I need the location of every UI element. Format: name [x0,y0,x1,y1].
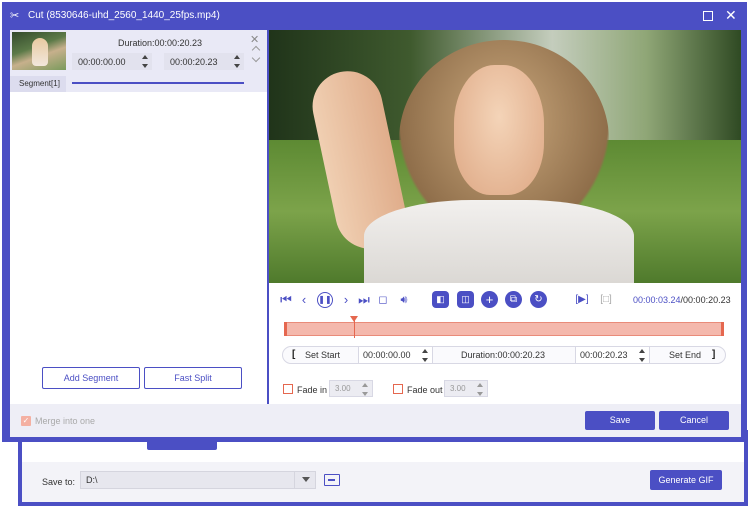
save-button[interactable]: Save [585,411,655,430]
cancel-button[interactable]: Cancel [659,411,729,430]
start-time-input[interactable]: 00:00:00.00 [358,347,433,363]
add-segment-button[interactable]: Add Segment [42,367,140,389]
cut-window: ✂ Cut (8530646-uhd_2560_1440_25fps.mp4) … [2,2,747,442]
generate-gif-button[interactable]: Generate GIF [650,470,722,490]
thumbnail-figure [32,38,48,66]
start-time-value: 00:00:00.00 [363,350,411,360]
timeline-start-handle[interactable] [284,322,287,336]
close-icon[interactable]: ✕ [725,6,737,24]
next-frame-icon[interactable]: › [339,291,353,309]
segment-panel: Duration:00:00:20.23 00:00:00.00 00:00:2… [10,30,267,404]
end-time-value: 00:00:20.23 [580,350,628,360]
loop-icon[interactable]: [□] [598,291,614,309]
segment-progress-bar [72,82,244,84]
fade-in-checkbox[interactable] [283,384,293,394]
save-to-dropdown[interactable] [294,471,316,489]
split-icon[interactable]: ◧ [432,291,449,308]
timeline-track[interactable] [284,322,724,336]
segment-row[interactable]: Duration:00:00:20.23 00:00:00.00 00:00:2… [10,30,267,92]
segment-thumbnail [12,32,66,70]
set-start-button[interactable]: Set Start [305,347,340,363]
fade-in-value: 3.00 [335,384,351,393]
segment-start-value: 00:00:00.00 [78,57,126,67]
timeline-end-handle[interactable] [721,322,724,336]
play-selection-icon[interactable]: [▶] [574,291,590,309]
fade-out-value: 3.00 [450,384,466,393]
skip-to-end-icon[interactable]: ⏭ [357,291,371,309]
close-icon[interactable]: ✕ [250,33,259,46]
segment-start-input[interactable]: 00:00:00.00 [72,53,152,70]
range-duration: Duration:00:00:20.23 [461,350,546,360]
current-timecode: 00:00:03.24/00:00:20.23 [633,295,731,305]
set-end-button[interactable]: Set End [669,347,701,363]
chevron-down-icon[interactable] [251,53,261,63]
maximize-icon[interactable] [703,11,713,21]
total-time: /00:00:20.23 [680,295,731,305]
preview-face [454,65,544,195]
segment-end-input[interactable]: 00:00:20.23 [164,53,244,70]
pause-icon[interactable]: ❚❚ [317,292,333,308]
save-to-label: Save to: [42,477,76,487]
merge-label: Merge into one [35,416,96,426]
set-range-row: [ Set Start 00:00:00.00 Duration:00:00:2… [282,346,726,364]
set-end-bracket-icon: ] [712,349,716,360]
snapshot-icon[interactable]: ◫ [457,291,474,308]
stop-icon[interactable]: ◻ [377,291,389,309]
bottom-bar: ✓ Merge into one Save Cancel [10,404,741,437]
preview-shirt [364,200,634,283]
fade-out-label: Fade out [407,385,443,395]
fast-split-button[interactable]: Fast Split [144,367,242,389]
video-preview[interactable] [269,30,741,283]
copy-icon[interactable]: ⧉ [505,291,522,308]
end-time-input[interactable]: 00:00:20.23 [575,347,650,363]
stepper-icon[interactable] [234,55,241,68]
stepper-icon[interactable] [422,349,429,362]
segment-label: Segment[1] [10,76,66,92]
fade-in-label: Fade in [297,385,328,395]
controls-panel: ⏮ ‹ ❚❚ › ⏭ ◻ 🔊︎ ◧ ◫ + ⧉ ↻ [▶] [□] 00:00:… [269,283,741,405]
merge-checkbox[interactable]: ✓ [21,416,31,426]
playhead[interactable] [350,316,359,338]
rotate-icon[interactable]: ↻ [530,291,547,308]
scissors-icon: ✂ [10,10,20,22]
fade-in-input[interactable]: 3.00 [329,380,373,397]
fade-out-input[interactable]: 3.00 [444,380,488,397]
title-bar: ✂ Cut (8530646-uhd_2560_1440_25fps.mp4) … [2,2,747,30]
stepper-icon[interactable] [639,349,646,362]
chevron-down-icon [302,477,310,482]
stepper-icon[interactable] [142,55,149,68]
segment-end-value: 00:00:20.23 [170,57,218,67]
volume-icon[interactable]: 🔊︎ [397,291,411,309]
set-start-bracket-icon: [ [292,349,296,360]
stepper-icon[interactable] [477,383,484,396]
save-to-input[interactable]: D:\ [80,471,316,489]
fade-out-checkbox[interactable] [393,384,403,394]
segment-duration: Duration:00:00:20.23 [118,38,203,48]
add-icon[interactable]: + [481,291,498,308]
current-time: 00:00:03.24 [633,295,681,305]
previous-frame-icon[interactable]: ‹ [297,291,311,309]
skip-to-start-icon[interactable]: ⏮ [279,291,293,309]
folder-icon[interactable] [324,474,340,486]
stepper-icon[interactable] [362,383,369,396]
window-title: Cut (8530646-uhd_2560_1440_25fps.mp4) [28,10,220,21]
